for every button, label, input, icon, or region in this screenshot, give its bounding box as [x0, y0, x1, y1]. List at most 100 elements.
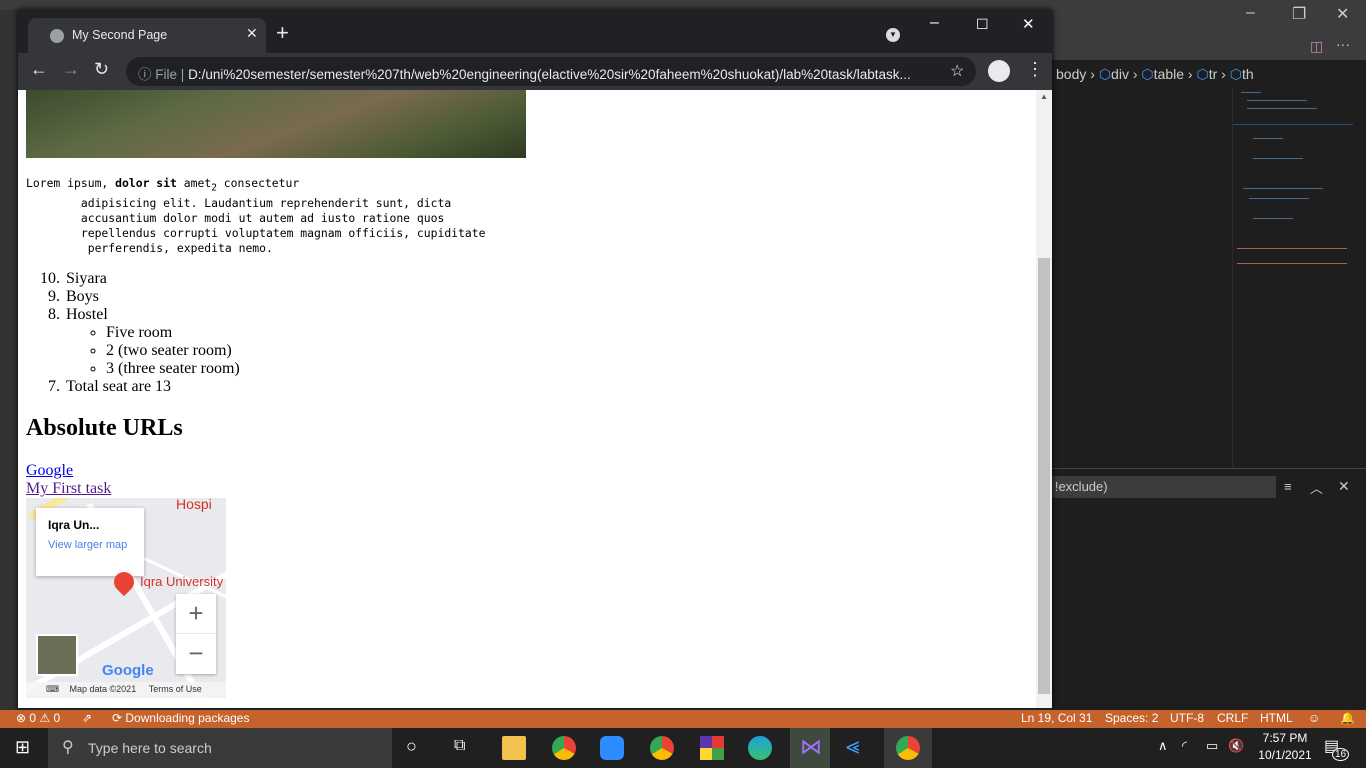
zoom-controls: + −	[176, 594, 216, 674]
notification-count: 16	[1332, 748, 1350, 761]
chrome-profile-icon[interactable]	[650, 736, 674, 760]
split-editor-icon[interactable]: ◫	[1310, 38, 1323, 55]
close-panel-icon[interactable]: ✕	[1338, 478, 1350, 495]
tab-search-icon[interactable]: ▼	[886, 28, 900, 42]
breadcrumb-body[interactable]: body	[1056, 66, 1086, 82]
cursor-position[interactable]: Ln 19, Col 31	[1021, 711, 1092, 725]
list-number: 8.	[48, 306, 60, 323]
minimize-icon[interactable]: –	[1246, 4, 1255, 22]
google-link[interactable]: Google	[26, 462, 73, 480]
list-number: 10.	[40, 270, 60, 287]
park-image	[26, 90, 526, 158]
terms-link[interactable]: Terms of Use	[149, 684, 202, 694]
maximize-icon[interactable]: ☐	[976, 16, 989, 33]
clock-date[interactable]: 10/1/2021	[1256, 748, 1314, 762]
vscode-status-bar: ⊗ 0 ⚠ 0 ⇗ ⟳ Downloading packages Ln 19, …	[0, 710, 1366, 728]
list-item: 9. Boys	[48, 288, 99, 305]
vscode-titlebar-right: – ❐ ✕ ◫ ···	[1052, 0, 1366, 60]
chevron-up-icon[interactable]: ︿	[1310, 478, 1323, 497]
absolute-urls-heading: Absolute URLs	[26, 415, 183, 441]
clear-output-icon[interactable]: ≡	[1284, 479, 1292, 494]
ordered-list: 10.Siyara 9.Boys 8.Hostel Five room 2 (t…	[26, 270, 240, 396]
my-first-task-link[interactable]: My First task	[26, 480, 111, 498]
chrome-active-icon[interactable]	[884, 728, 932, 768]
cube-icon: ⬡	[1229, 66, 1242, 82]
zoom-in-button[interactable]: +	[176, 594, 216, 634]
cube-icon: ⬡	[1141, 66, 1154, 82]
embedded-map[interactable]: Iqra Un... View larger map Hospi Iqra Un…	[26, 498, 226, 698]
forward-icon[interactable]: →	[62, 59, 80, 80]
satellite-toggle[interactable]	[36, 634, 78, 676]
wifi-icon[interactable]: ◜	[1182, 738, 1187, 754]
url-text: D:/uni%20semester/semester%207th/web%20e…	[188, 67, 911, 82]
vscode-activity-bar	[0, 10, 18, 710]
close-window-icon[interactable]: ✕	[1022, 15, 1035, 33]
show-hidden-icons[interactable]: ∧	[1158, 738, 1168, 754]
more-actions-icon[interactable]: ···	[1336, 36, 1350, 52]
browser-toolbar: ← → ↻ ⓘ File | D:/uni%20semester/semeste…	[18, 53, 1052, 90]
breadcrumb-table[interactable]: table	[1154, 66, 1184, 82]
live-share-icon[interactable]: ⇗	[82, 711, 92, 725]
language-mode[interactable]: HTML	[1260, 711, 1293, 725]
search-icon: ⚲	[62, 739, 74, 756]
view-larger-map-link[interactable]: View larger map	[48, 538, 132, 552]
globe-icon	[50, 29, 64, 43]
profile-avatar-icon[interactable]	[988, 60, 1010, 82]
close-tab-icon[interactable]: ✕	[246, 25, 258, 42]
breadcrumb-div[interactable]: div	[1111, 66, 1129, 82]
search-placeholder: Type here to search	[88, 740, 212, 756]
windows-taskbar: ⊞ ⚲ Type here to search ○ ⧉ ⋈ ⪡ ∧ ◜ ▭ 🔇 …	[0, 728, 1366, 768]
indentation[interactable]: Spaces: 2	[1105, 711, 1158, 725]
vscode-icon[interactable]: ⪡	[846, 733, 860, 761]
edge-icon[interactable]	[748, 736, 772, 760]
feedback-icon[interactable]: ☺	[1308, 711, 1320, 725]
menu-dots-icon[interactable]: ⋮	[1026, 59, 1044, 80]
list-number: 9.	[48, 288, 60, 305]
zoom-icon[interactable]	[600, 736, 624, 760]
minimize-icon[interactable]: –	[930, 14, 939, 32]
sub-list: Five room 2 (two seater room) 3 (three s…	[66, 324, 240, 378]
tab-my-second-page[interactable]: My Second Page ✕	[28, 18, 266, 53]
zoom-out-button[interactable]: −	[176, 634, 216, 674]
breadcrumb-tr[interactable]: tr	[1209, 66, 1218, 82]
winrar-icon[interactable]	[700, 736, 724, 760]
volume-muted-icon[interactable]: 🔇	[1228, 738, 1244, 754]
notifications-bell-icon[interactable]: 🔔	[1340, 711, 1355, 725]
taskbar-search[interactable]: ⚲ Type here to search	[48, 728, 392, 768]
reload-icon[interactable]: ↻	[94, 59, 109, 80]
clock-time[interactable]: 7:57 PM	[1260, 731, 1310, 745]
sub-list-item: 3 (three seater room)	[106, 360, 240, 378]
google-logo: Google	[102, 662, 154, 679]
minimap[interactable]	[1232, 88, 1353, 468]
new-tab-button[interactable]: +	[276, 22, 289, 44]
task-view-icon[interactable]: ⧉	[454, 737, 465, 755]
info-icon[interactable]: ⓘ	[138, 67, 152, 82]
university-label: Iqra University	[140, 574, 224, 589]
scrollbar-thumb[interactable]	[1038, 258, 1050, 694]
bookmark-star-icon[interactable]: ☆	[950, 61, 964, 81]
breadcrumb: body › ⬡div › ⬡table › ⬡tr › ⬡th	[1056, 66, 1254, 82]
file-explorer-icon[interactable]	[502, 736, 526, 760]
encoding[interactable]: UTF-8	[1170, 711, 1204, 725]
problems-indicator[interactable]: ⊗ 0 ⚠ 0	[16, 711, 60, 725]
lorem-pre: Lorem ipsum, dolor sit amet2 consectetur…	[26, 176, 486, 256]
visual-studio-icon[interactable]: ⋈	[790, 728, 830, 768]
filter-input[interactable]: t, !exclude)	[1040, 476, 1276, 498]
breadcrumb-th[interactable]: th	[1242, 66, 1254, 82]
restore-icon[interactable]: ❐	[1292, 4, 1306, 24]
battery-icon[interactable]: ▭	[1206, 738, 1218, 754]
close-icon[interactable]: ✕	[1336, 4, 1349, 24]
list-item: 7. Total seat are 13	[48, 378, 172, 395]
browser-window: My Second Page ✕ + ▼ – ☐ ✕ ← → ↻ ⓘ File …	[18, 10, 1052, 710]
downloading-status: ⟳ Downloading packages	[112, 711, 250, 725]
tab-title: My Second Page	[72, 28, 168, 42]
keyboard-icon[interactable]: ⌨	[46, 684, 59, 694]
cortana-icon[interactable]: ○	[406, 736, 417, 757]
web-page: Lorem ipsum, dolor sit amet2 consectetur…	[18, 90, 1036, 708]
windows-start-icon[interactable]: ⊞	[15, 737, 30, 758]
back-icon[interactable]: ←	[30, 59, 48, 80]
page-scrollbar[interactable]: ▲	[1036, 90, 1052, 708]
address-bar[interactable]: ⓘ File | D:/uni%20semester/semester%207t…	[126, 57, 976, 86]
chrome-icon[interactable]	[552, 736, 576, 760]
line-endings[interactable]: CRLF	[1217, 711, 1248, 725]
